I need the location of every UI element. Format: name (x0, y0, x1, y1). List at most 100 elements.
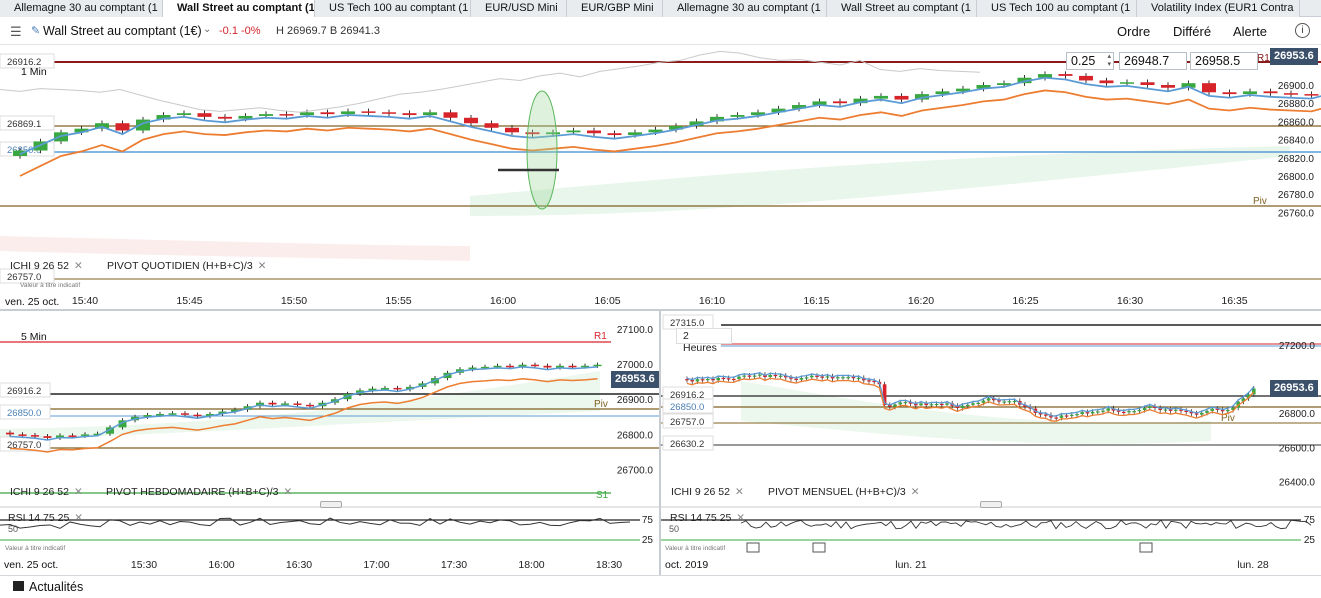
instrument-tab[interactable]: Allemagne 30 au comptant (1 (663, 0, 827, 17)
candlestick (1127, 411, 1131, 413)
resize-handle[interactable] (320, 501, 342, 508)
order-button[interactable]: Ordre (1117, 24, 1150, 39)
instrument-tab[interactable]: US Tech 100 au comptant (1 (977, 0, 1137, 17)
pivot-label: Piv (594, 399, 608, 410)
chart-5min-canvas[interactable]: R1PivS126916.226850.026757.027100.027000… (0, 311, 659, 574)
time-tick-label: 17:00 (363, 559, 389, 571)
price-tick-label: 26900.0 (617, 395, 654, 406)
remove-icon[interactable]: ✕ (74, 260, 83, 272)
candlestick (43, 436, 52, 438)
instrument-tab[interactable]: Allemagne 30 au comptant (1 (0, 0, 163, 17)
resize-handle[interactable] (980, 501, 1002, 508)
candlestick (1007, 401, 1012, 403)
chevron-down-icon[interactable]: ⌄ (203, 24, 211, 35)
ichimoku-indicator[interactable]: ICHI 9 26 52 ✕ (10, 260, 83, 272)
candlestick (726, 378, 731, 380)
time-tick-label: 16:10 (699, 295, 725, 307)
candlestick (1161, 85, 1175, 88)
candlestick (737, 376, 741, 379)
buy-price-button[interactable]: 26958.5 (1190, 52, 1258, 70)
remove-icon[interactable]: ✕ (74, 486, 83, 498)
candlestick (382, 112, 396, 114)
level-tag-text: 26869.1 (7, 119, 41, 130)
candlestick (402, 113, 417, 116)
rsi-tick-label: 25 (642, 535, 654, 546)
candlestick (607, 133, 622, 136)
ichimoku-indicator[interactable]: ICHI 9 26 52 ✕ (10, 486, 83, 498)
level-tag-text: 26850.0 (7, 408, 41, 419)
candlestick (593, 364, 602, 367)
instrument-tab[interactable]: Wall Street au comptant (1 (827, 0, 977, 17)
chart-2h-canvas[interactable]: Piv27315.026916.226850.026757.026630.227… (661, 311, 1321, 574)
instrument-title[interactable]: Wall Street au comptant (1€) (43, 24, 202, 38)
candlestick (833, 101, 847, 104)
remove-icon[interactable]: ✕ (735, 486, 744, 498)
pivot-indicator[interactable]: PIVOT MENSUEL (H+B+C)/3 ✕ (768, 486, 920, 498)
candlestick (700, 379, 705, 381)
candlestick (505, 127, 519, 133)
instrument-tab[interactable]: EUR/USD Mini (471, 0, 567, 17)
candlestick (6, 432, 14, 435)
price-tick-label: 26800.0 (1278, 172, 1315, 183)
trade-size-value[interactable]: 0.25 (1071, 54, 1095, 68)
candlestick (320, 112, 335, 115)
instrument-tab[interactable]: EUR/GBP Mini (567, 0, 663, 17)
candlestick (115, 123, 130, 131)
news-label[interactable]: Actualités (29, 580, 83, 594)
candlestick (268, 402, 277, 405)
candlestick (815, 375, 819, 377)
price-tick-label: 26840.0 (1278, 136, 1315, 147)
time-tick-label: 17:30 (441, 559, 467, 571)
remove-icon[interactable]: ✕ (736, 512, 745, 524)
candlestick (181, 413, 189, 415)
ichimoku-indicator[interactable]: ICHI 9 26 52 ✕ (671, 486, 744, 498)
trade-size-stepper[interactable]: 0.25 ▴ ▾ (1066, 52, 1114, 70)
chart-5min[interactable]: R1 Piv S1 26916.2 26850.0 26757.0 27100.0 27000… (0, 311, 659, 574)
remove-icon[interactable]: ✕ (258, 260, 267, 272)
stepper-arrows-icon[interactable]: ▴ ▾ (1107, 53, 1111, 69)
news-bar[interactable]: Actualités (0, 575, 1321, 598)
candlestick (493, 365, 502, 368)
pivot-label: Piv (1253, 196, 1267, 207)
highlight-ellipse (526, 90, 558, 210)
deferred-order-button[interactable]: Différé (1173, 24, 1211, 39)
interval-label[interactable]: 1 Min (21, 66, 47, 78)
rsi-indicator[interactable]: RSI 14 75 25 ✕ (670, 512, 745, 524)
candlestick (361, 111, 376, 113)
interval-label[interactable]: 5 Min (21, 331, 47, 343)
candlestick (1044, 414, 1048, 416)
info-icon[interactable]: i (1295, 23, 1310, 38)
pivot-indicator[interactable]: PIVOT QUOTIDIEN (H+B+C)/3 ✕ (107, 260, 266, 272)
time-tick-label: 16:00 (208, 559, 234, 571)
candlestick (981, 400, 986, 403)
date-label: ven. 25 oct. (5, 296, 60, 308)
remove-icon[interactable]: ✕ (74, 512, 83, 524)
instrument-tab[interactable]: Wall Street au comptant (1 (163, 0, 315, 17)
candlestick (197, 113, 212, 117)
candlestick (1070, 414, 1074, 416)
candlestick (732, 378, 736, 381)
sell-price-button[interactable]: 26948.7 (1119, 52, 1187, 70)
remove-icon[interactable]: ✕ (284, 486, 293, 498)
pencil-icon[interactable]: ✎ (31, 24, 40, 37)
candlestick (464, 117, 478, 124)
rsi-indicator[interactable]: RSI 14 75 25 ✕ (8, 512, 83, 524)
chart-2h[interactable]: Piv 27315.0 26916.2 26850.0 26757.0 26630.2 27… (661, 311, 1321, 574)
candlestick (1226, 409, 1230, 412)
s1-label: S1 (596, 490, 609, 501)
date-label: ven. 25 oct. (4, 559, 59, 571)
level-tag-text: 26757.0 (670, 417, 704, 428)
calendar-event-icon (1139, 542, 1153, 553)
alert-button[interactable]: Alerte (1233, 24, 1267, 39)
instrument-tab[interactable]: US Tech 100 au comptant (1 (315, 0, 471, 17)
candlestick (747, 375, 752, 377)
remove-icon[interactable]: ✕ (911, 486, 920, 498)
menu-icon[interactable]: ☰ (10, 24, 22, 40)
pivot-indicator[interactable]: PIVOT HEBDOMADAIRE (H+B+C)/3 ✕ (106, 486, 292, 498)
candlestick (341, 111, 355, 115)
time-tick-label: 16:00 (490, 295, 516, 307)
news-icon (13, 581, 24, 591)
interval-label[interactable]: 2 Heures (676, 328, 732, 354)
current-price-tag: 26953.6 (611, 371, 659, 388)
instrument-tab[interactable]: Volatility Index (EUR1 Contra (1137, 0, 1300, 17)
